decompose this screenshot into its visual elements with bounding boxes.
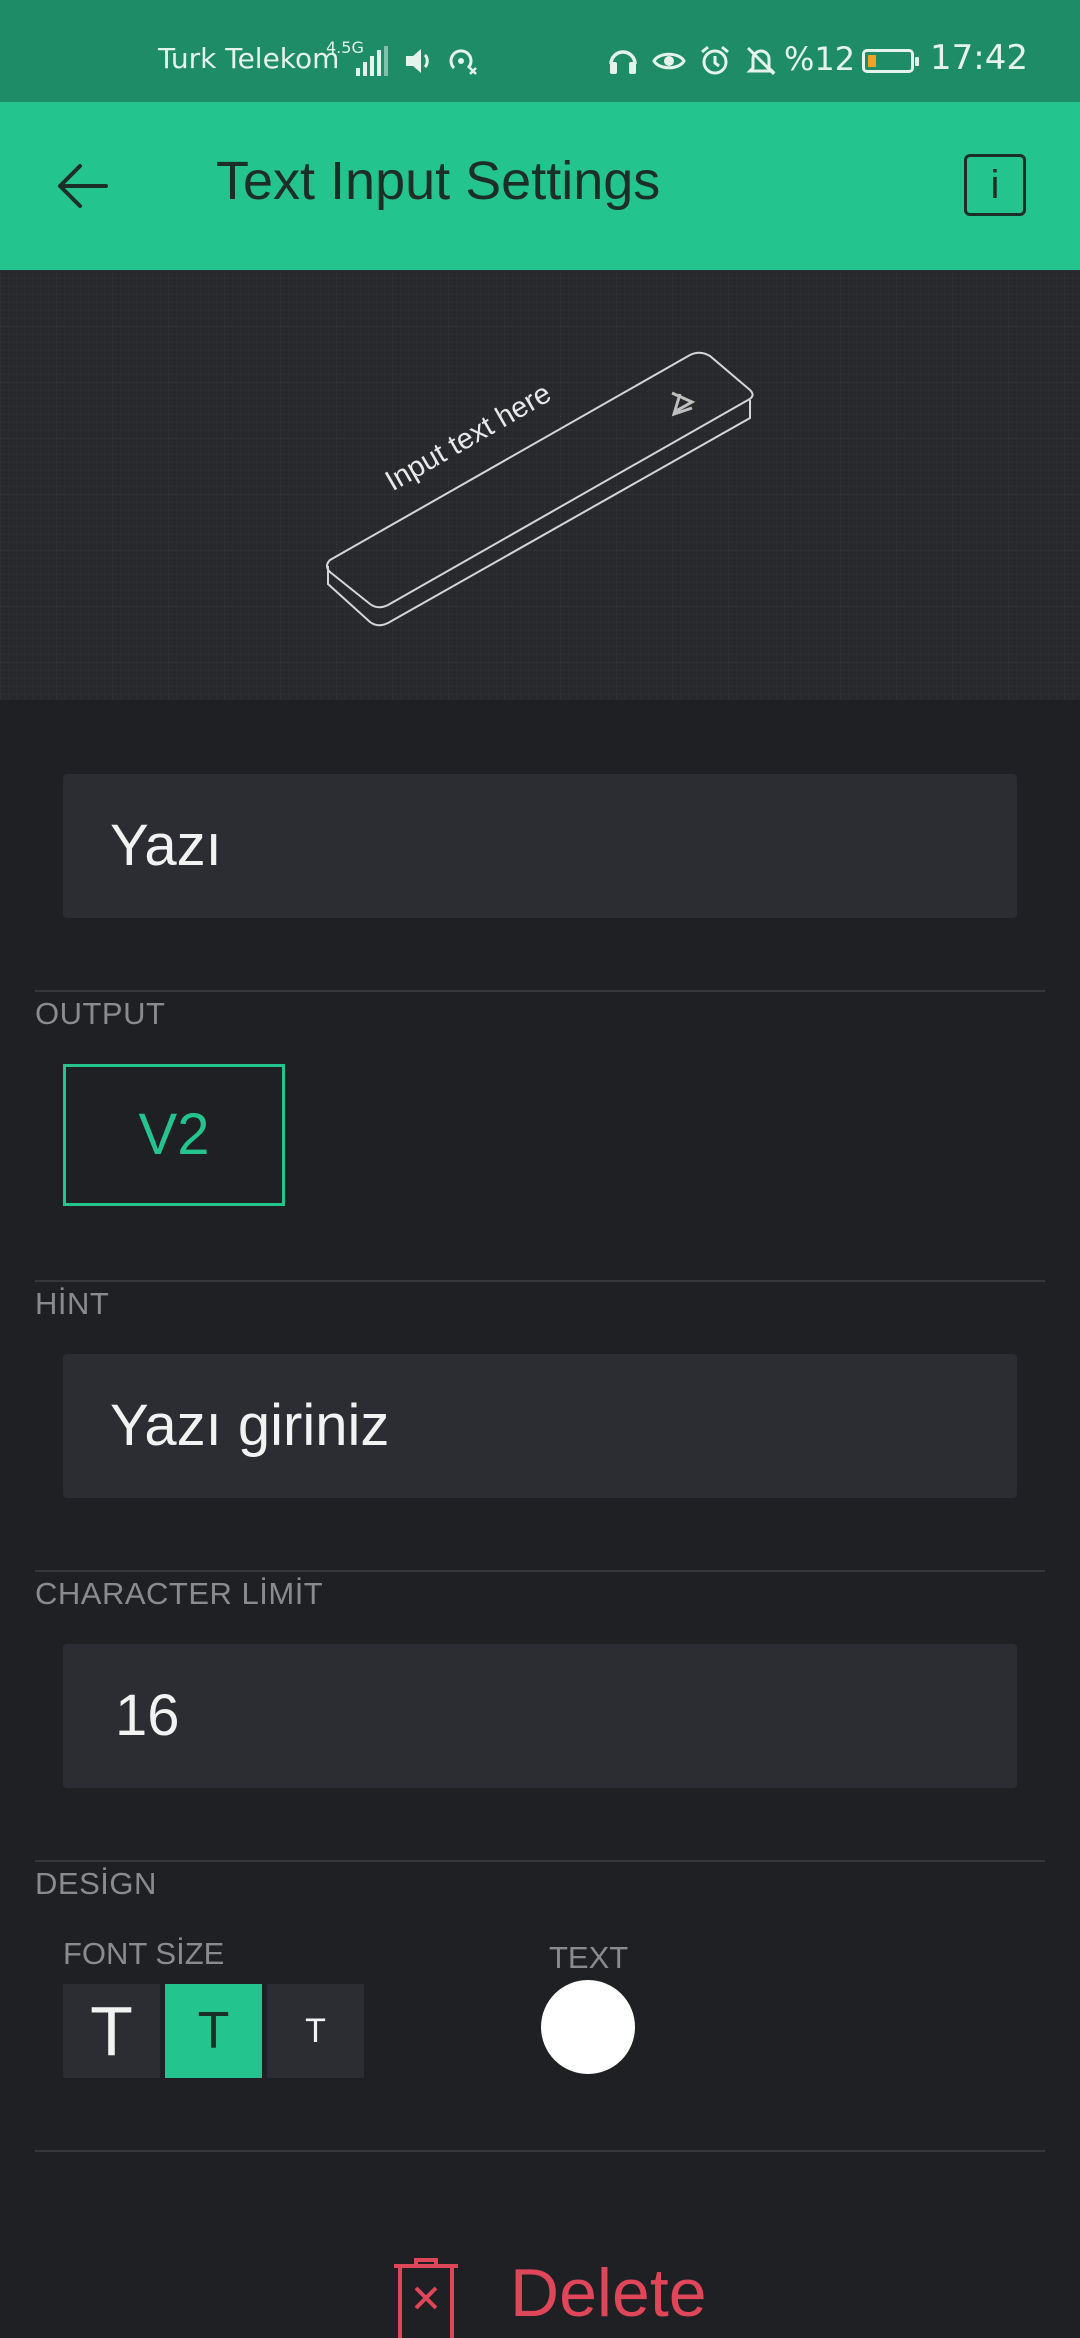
divider (35, 990, 1045, 992)
status-time: 17:42 (930, 38, 1028, 78)
carrier-name: Turk Telekom (158, 42, 340, 75)
text-color-label: TEXT (549, 1940, 629, 1975)
font-size-small-button[interactable]: T (267, 1984, 364, 2078)
font-size-label: FONT SİZE (63, 1936, 225, 1971)
status-bar: Turk Telekom 4.5G %12 17:42 (0, 0, 1080, 102)
notifications-off-icon (746, 46, 776, 76)
divider (35, 1570, 1045, 1572)
character-limit-label: CHARACTER LİMİT (35, 1576, 324, 1611)
eye-icon (652, 52, 686, 70)
output-pin-button[interactable]: V2 (63, 1064, 285, 1206)
back-arrow-icon[interactable] (52, 156, 112, 216)
app-bar: Text Input Settings i (0, 102, 1080, 270)
character-limit-input[interactable]: 16 (63, 1644, 1017, 1788)
page-title: Text Input Settings (216, 151, 661, 211)
widget-preview: Input text here (0, 270, 1080, 700)
alarm-icon (701, 45, 729, 75)
text-color-swatch[interactable] (541, 1980, 635, 2074)
battery-percent: %12 (784, 40, 856, 78)
delete-label: Delete (510, 2255, 707, 2331)
battery-icon (862, 49, 919, 73)
font-size-medium-button[interactable]: T (165, 1984, 262, 2078)
headset-icon (609, 50, 637, 74)
design-label: DESİGN (35, 1866, 157, 1901)
font-size-large-button[interactable]: T (63, 1984, 160, 2078)
divider (35, 2150, 1045, 2152)
text-input-widget-3d (326, 351, 754, 627)
hint-input[interactable]: Yazı giriniz (63, 1354, 1017, 1498)
volume-icon (406, 49, 429, 73)
signal-icon (356, 46, 388, 76)
info-button[interactable]: i (964, 154, 1026, 216)
output-label: OUTPUT (35, 996, 166, 1031)
trash-icon (394, 2258, 458, 2338)
widget-name-input[interactable]: Yazı (63, 774, 1017, 918)
divider (35, 1860, 1045, 1862)
hint-label: HİNT (35, 1286, 110, 1321)
divider (35, 1280, 1045, 1282)
hotspot-icon (449, 49, 477, 75)
